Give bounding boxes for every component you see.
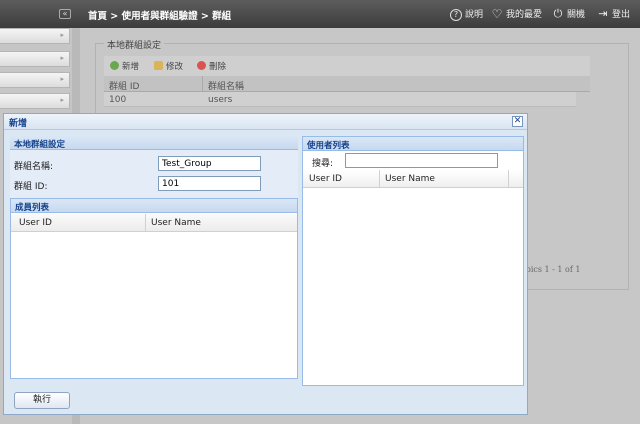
help-icon: ? <box>450 8 462 21</box>
search-label: 搜尋: <box>312 159 334 169</box>
run-button[interactable]: 執行 <box>14 392 70 409</box>
group-settings-panel: 本地群組設定 群組名稱: 群組 ID: <box>10 136 298 198</box>
help-link[interactable]: ? 說明 <box>450 7 483 21</box>
favorites-link[interactable]: ♡ 我的最愛 <box>491 7 542 21</box>
nav-item[interactable]: ▸ <box>0 72 70 88</box>
group-id-cell: 100 <box>109 95 127 105</box>
panel-title: 使用者列表 <box>303 137 523 151</box>
members-panel: 成員列表 User ID User Name <box>10 198 298 379</box>
group-id-field[interactable] <box>158 176 261 191</box>
column-header[interactable]: User Name <box>385 174 435 184</box>
delete-button[interactable]: 刪除 <box>197 60 226 72</box>
chevron-icon: ▸ <box>60 96 64 104</box>
user-list-panel: 使用者列表 搜尋: User ID User Name <box>302 136 524 386</box>
search-input[interactable] <box>345 153 498 168</box>
users-grid-header: User ID User Name <box>303 170 523 188</box>
column-header[interactable]: 群組名稱 <box>208 79 244 92</box>
column-divider <box>508 170 509 187</box>
column-header[interactable]: User ID <box>309 174 342 184</box>
group-grid-header: 群組 ID 群組名稱 <box>104 76 590 92</box>
column-header[interactable]: User Name <box>151 218 201 228</box>
table-row[interactable]: 100 users <box>104 92 576 107</box>
panel-title: 本地群組設定 <box>10 136 298 150</box>
members-grid-header: User ID User Name <box>11 214 297 232</box>
top-bar: « 首頁 > 使用者與群組驗證 > 群組 ? 說明 ♡ 我的最愛 ⏻ 關機 ⇥ 登出 <box>0 0 640 28</box>
fieldset-legend: 本地群組設定 <box>104 38 165 51</box>
add-icon <box>110 61 119 70</box>
column-divider <box>145 214 146 231</box>
nav-item[interactable]: ▸ <box>0 28 70 44</box>
panel-title: 成員列表 <box>11 199 297 213</box>
column-header[interactable]: User ID <box>19 218 52 228</box>
chevron-icon: ▸ <box>60 31 64 39</box>
edit-button[interactable]: 修改 <box>154 60 183 72</box>
group-name-label: 群組名稱: <box>14 162 54 172</box>
group-name-cell: users <box>208 95 233 105</box>
group-name-field[interactable] <box>158 156 261 171</box>
group-id-label: 群組 ID: <box>14 182 48 192</box>
group-toolbar: 新增 修改 刪除 <box>104 56 590 76</box>
delete-icon <box>197 61 206 70</box>
logout-link[interactable]: ⇥ 登出 <box>597 7 630 21</box>
edit-icon <box>154 61 163 70</box>
nav-item[interactable]: ▸ <box>0 51 70 67</box>
dialog-title: 新增 <box>9 119 28 129</box>
logout-icon: ⇥ <box>598 6 608 20</box>
column-divider <box>379 170 380 187</box>
add-button[interactable]: 新增 <box>110 60 139 72</box>
power-icon: ⏻ <box>553 6 563 20</box>
nav-item[interactable]: ▸ <box>0 93 70 109</box>
chevron-icon: ▸ <box>60 54 64 62</box>
breadcrumb: 首頁 > 使用者與群組驗證 > 群組 <box>88 11 232 22</box>
dialog-titlebar[interactable]: 新增 ✕ <box>4 114 527 130</box>
close-icon[interactable]: ✕ <box>512 116 523 127</box>
collapse-sidebar-icon[interactable]: « <box>59 9 71 19</box>
chevron-icon: ▸ <box>60 75 64 83</box>
column-divider <box>202 76 203 92</box>
heart-icon: ♡ <box>491 6 503 21</box>
shutdown-link[interactable]: ⏻ 關機 <box>552 7 585 21</box>
column-header[interactable]: 群組 ID <box>109 79 139 92</box>
